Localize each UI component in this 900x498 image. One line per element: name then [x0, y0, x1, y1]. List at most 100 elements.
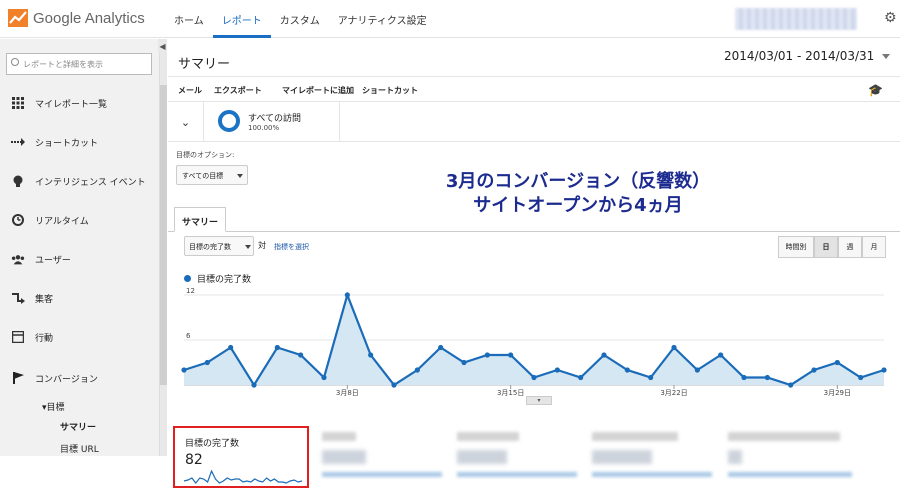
sidebar: レポートと詳細を表示 マイレポート一覧 ショートカット インテリジェンス イベン… [0, 39, 160, 498]
data-point [181, 367, 187, 373]
data-point [484, 352, 490, 358]
y-tick-label: 12 [186, 287, 195, 295]
scorecard-blurred-3[interactable] [588, 426, 718, 488]
scorecard-blurred-4[interactable] [724, 426, 864, 488]
sidebar-item-label: 集客 [35, 294, 54, 305]
granularity-month-button[interactable]: 月 [862, 236, 886, 258]
acquisition-arrows-icon [11, 291, 25, 305]
granularity-week-button[interactable]: 週 [838, 236, 862, 258]
goal-option-value: すべての目標 [182, 172, 224, 180]
annotation-line-1: 3月のコンバージョン（反響数） [445, 171, 711, 192]
chart-resize-handle[interactable]: ▾ [526, 396, 552, 405]
nav-reports[interactable]: レポート [212, 0, 271, 38]
metric-select-value: 目標の完了数 [189, 243, 231, 251]
annotation-line-2: サイトオープンから4ヵ月 [473, 195, 683, 216]
scorecard-sparkline [183, 470, 303, 484]
segment-percent: 100.00% [248, 124, 280, 132]
data-point [344, 292, 350, 298]
nav-settings[interactable]: アナリティクス設定 [329, 0, 436, 38]
sidebar-item-label: 行動 [35, 333, 54, 344]
sidebar-item-behavior[interactable]: 行動 [0, 324, 160, 350]
granularity-hourly-button[interactable]: 時間別 [778, 236, 814, 258]
data-point [251, 382, 257, 388]
data-point [834, 359, 840, 366]
granularity-day-button[interactable]: 日 [814, 236, 838, 258]
metric-select[interactable]: 目標の完了数 [184, 236, 254, 256]
sidebar-item-conversions[interactable]: コンバージョン [0, 365, 160, 391]
sidebar-item-acquisition[interactable]: 集客 [0, 285, 160, 311]
collapse-sidebar-icon[interactable]: ◀ [158, 40, 167, 54]
users-icon [11, 252, 25, 266]
segment-ring-icon [218, 110, 240, 132]
email-button[interactable]: メール [178, 85, 202, 96]
tab-summary[interactable]: サマリー [174, 207, 226, 232]
goal-option-select[interactable]: すべての目標 [176, 165, 248, 185]
add-to-dashboard-button[interactable]: マイレポートに追加 [282, 85, 354, 96]
data-point [461, 359, 467, 366]
graduation-cap-icon[interactable]: 🎓 [868, 83, 883, 97]
shortcut-button[interactable]: ショートカット [362, 85, 418, 96]
scorecard-blurred-1[interactable] [318, 426, 448, 488]
search-input[interactable]: レポートと詳細を表示 [6, 53, 152, 75]
caret-down-icon [245, 245, 251, 249]
top-bar: Google Analytics ホーム レポート カスタム アナリティクス設定… [0, 0, 900, 38]
data-point [858, 374, 864, 381]
data-point [508, 352, 514, 358]
x-tick-label: 3月15日 [497, 389, 524, 397]
segment-card[interactable]: すべての訪問 100.00% [204, 102, 340, 142]
data-point [321, 374, 327, 381]
sidebar-item-dashboards[interactable]: マイレポート一覧 [0, 90, 160, 116]
date-range-caret-icon[interactable] [882, 54, 890, 59]
sidebar-item-realtime[interactable]: リアルタイム [0, 207, 160, 233]
nav-custom[interactable]: カスタム [271, 0, 329, 38]
data-point [531, 374, 537, 381]
data-point [554, 367, 560, 373]
versus-label: 対 [258, 241, 266, 250]
legend-label: 目標の完了数 [197, 275, 252, 285]
gear-icon[interactable]: ⚙ [884, 10, 897, 26]
main-nav: ホーム レポート カスタム アナリティクス設定 [165, 0, 436, 38]
scorecard-blurred-2[interactable] [453, 426, 583, 488]
sidebar-item-shortcuts[interactable]: ショートカット [0, 129, 160, 155]
scorecard-goal-completions[interactable]: 目標の完了数 82 [173, 426, 309, 488]
export-button[interactable]: エクスポート [214, 85, 262, 96]
lightbulb-icon [11, 174, 25, 188]
chart-legend: 目標の完了数 [184, 272, 251, 285]
sidebar-item-label: リアルタイム [35, 216, 89, 227]
sidebar-item-label: マイレポート一覧 [35, 99, 108, 110]
segment-bar: ⌄ すべての訪問 100.00% [168, 102, 900, 142]
x-tick-label: 3月8日 [336, 389, 359, 397]
nav-home[interactable]: ホーム [165, 0, 213, 38]
data-point [228, 344, 234, 351]
shortcut-arrow-icon [11, 135, 25, 149]
sidebar-sub-goal-urls[interactable]: 目標 URL [60, 442, 99, 455]
flag-icon [11, 371, 25, 385]
analytics-logo-icon [8, 9, 28, 27]
scorecard-name: 目標の完了数 [185, 439, 240, 449]
data-point [718, 352, 724, 358]
app-name: Google Analytics [33, 9, 145, 27]
sidebar-item-intelligence-events[interactable]: インテリジェンス イベント [0, 168, 160, 194]
data-point [274, 344, 280, 351]
sidebar-sub-goals-summary[interactable]: サマリー [60, 420, 96, 433]
select-metric-link[interactable]: 指標を選択 [274, 242, 309, 252]
x-tick-label: 3月22日 [660, 389, 687, 397]
google-analytics-logo[interactable]: Google Analytics [8, 9, 145, 27]
goal-option-label: 目標のオプション: [176, 151, 235, 159]
sidebar-item-audience[interactable]: ユーザー [0, 246, 160, 272]
data-point [811, 367, 817, 373]
data-point [671, 344, 677, 351]
sidebar-sub-goals[interactable]: ▾目標 [42, 400, 65, 413]
segment-name: すべての訪問 [248, 114, 302, 124]
report-toolbar: メール エクスポート マイレポートに追加 ショートカット 🎓 [168, 76, 900, 102]
sidebar-scroll-thumb[interactable] [160, 85, 167, 385]
data-point [694, 367, 700, 373]
chevron-down-icon[interactable]: ⌄ [168, 102, 204, 142]
report-area: サマリー 2014/03/01 - 2014/03/31 メール エクスポート … [168, 39, 900, 498]
data-point [881, 367, 887, 373]
legend-dot [184, 275, 191, 282]
date-range-picker[interactable]: 2014/03/01 - 2014/03/31 [724, 49, 874, 63]
data-point [414, 367, 420, 373]
account-selector[interactable] [735, 8, 857, 30]
behavior-page-icon [11, 330, 25, 344]
